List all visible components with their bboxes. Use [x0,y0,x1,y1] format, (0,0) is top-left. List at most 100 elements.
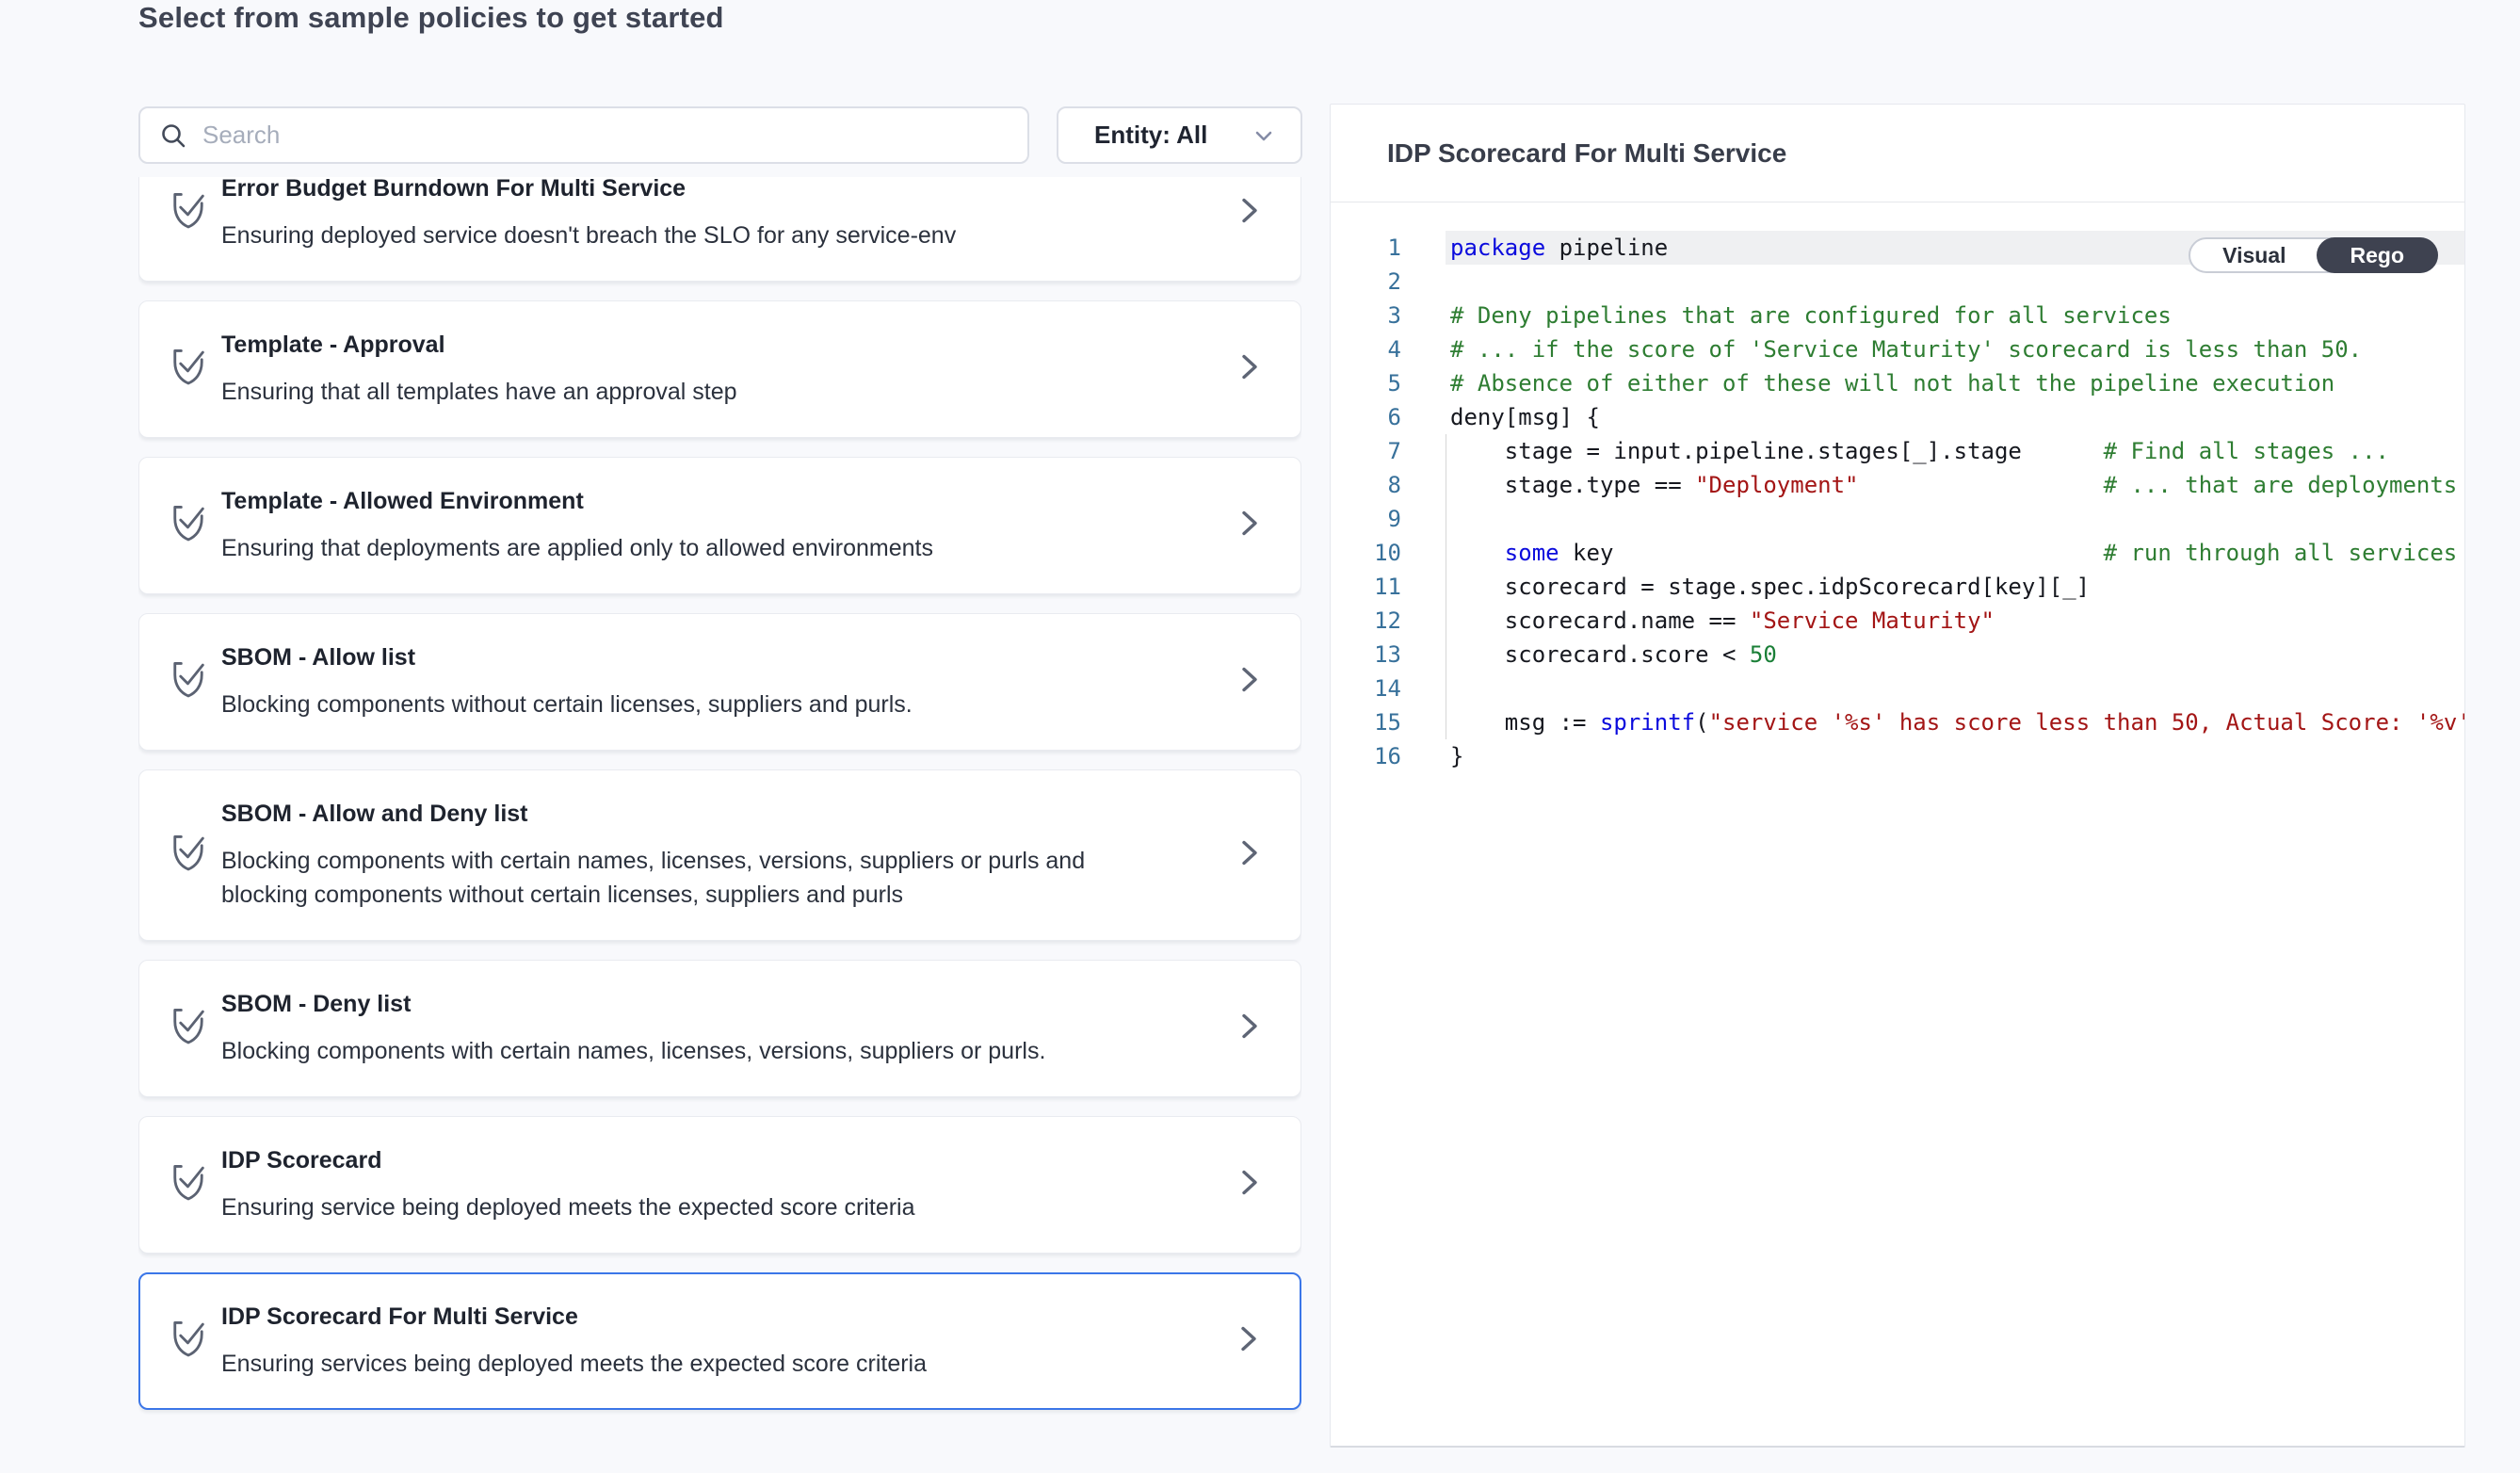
entity-filter-dropdown[interactable]: Entity: All [1057,106,1302,164]
code-line-text: scorecard.score < 50 [1401,638,1777,672]
chevron-right-icon [1238,195,1261,232]
policy-description: Ensuring that all templates have an appr… [221,375,737,409]
policy-card[interactable]: Template - Allowed Environment Ensuring t… [138,457,1301,594]
line-number: 12 [1331,604,1401,638]
code-line-text: stage = input.pipeline.stages[_].stage #… [1401,434,2389,468]
shield-check-icon [169,189,208,237]
code-line: 7 stage = input.pipeline.stages[_].stage… [1331,434,2464,468]
code-line-text [1401,265,1450,299]
code-line-text: } [1401,739,1463,773]
chevron-right-icon [1237,1323,1260,1360]
code-line-text: # ... if the score of 'Service Maturity'… [1401,332,2362,366]
shield-check-icon [169,1005,208,1053]
chevron-right-icon [1238,1167,1261,1204]
line-number: 8 [1331,468,1401,502]
code-line: 12 scorecard.name == "Service Maturity" [1331,604,2464,638]
toggle-visual-button[interactable]: Visual [2190,239,2318,271]
code-line-text: stage.type == "Deployment" # ... that ar… [1401,468,2457,502]
line-number: 6 [1331,400,1401,434]
policy-description: Ensuring services being deployed meets t… [221,1347,927,1381]
code-line: 8 stage.type == "Deployment" # ... that … [1331,468,2464,502]
code-line: 15 msg := sprintf("service '%s' has scor… [1331,705,2464,739]
code-line: 14 [1331,672,2464,705]
policy-card[interactable]: Error Budget Burndown For Multi Service E… [138,177,1301,282]
line-number: 13 [1331,638,1401,672]
preview-header: IDP Scorecard For Multi Service [1331,105,2464,202]
code-line-text: scorecard.name == "Service Maturity" [1401,604,1995,638]
shield-check-icon [169,832,208,880]
code-line: 6deny[msg] { [1331,400,2464,434]
policy-description: Ensuring deployed service doesn't breach… [221,219,956,252]
code-line: 10 some key # run through all services [1331,536,2464,570]
chevron-right-icon [1238,508,1261,544]
code-line: 4# ... if the score of 'Service Maturity… [1331,332,2464,366]
policy-description: Blocking components with certain names, … [221,844,1097,912]
policy-title: SBOM - Allow and Deny list [221,799,1097,829]
search-box[interactable] [138,106,1029,164]
policy-title: Template - Approval [221,330,737,360]
code-line-text: some key # run through all services [1401,536,2457,570]
shield-check-icon [169,346,208,394]
chevron-right-icon [1238,837,1261,874]
visual-rego-toggle[interactable]: Visual Rego [2189,237,2438,273]
policy-description: Ensuring service being deployed meets th… [221,1190,915,1224]
line-number: 4 [1331,332,1401,366]
page-title: Select from sample policies to get start… [138,0,724,36]
chevron-right-icon [1238,1011,1261,1047]
shield-check-icon [169,1161,208,1209]
line-number: 1 [1331,231,1401,265]
code-line: 11 scorecard = stage.spec.idpScorecard[k… [1331,570,2464,604]
policy-title: SBOM - Deny list [221,989,1045,1019]
policy-list[interactable]: Error Budget Burndown For Multi Service E… [138,177,1301,1450]
policy-description: Blocking components without certain lice… [221,688,913,721]
code-line: 16} [1331,739,2464,773]
code-line-text: package pipeline [1401,231,1668,265]
toggle-rego-button[interactable]: Rego [2317,237,2439,273]
policy-card[interactable]: SBOM - Allow and Deny list Blocking compo… [138,769,1301,941]
chevron-right-icon [1238,351,1261,388]
policy-title: Template - Allowed Environment [221,486,933,516]
policy-description: Ensuring that deployments are applied on… [221,531,933,565]
chevron-down-icon [1252,123,1276,148]
line-number: 9 [1331,502,1401,536]
policy-card[interactable]: Template - Approval Ensuring that all tem… [138,300,1301,438]
shield-check-icon [169,1318,208,1366]
policy-card[interactable]: IDP Scorecard For Multi Service Ensuring … [138,1272,1301,1410]
line-number: 11 [1331,570,1401,604]
policy-card[interactable]: SBOM - Deny list Blocking components with… [138,960,1301,1097]
search-icon [159,121,187,150]
policy-preview-panel: IDP Scorecard For Multi Service Visual R… [1330,104,2465,1448]
code-line: 9 [1331,502,2464,536]
line-number: 3 [1331,299,1401,332]
policy-card[interactable]: IDP Scorecard Ensuring service being depl… [138,1116,1301,1254]
line-number: 15 [1331,705,1401,739]
code-line-text: # Deny pipelines that are configured for… [1401,299,2172,332]
code-line: 5# Absence of either of these will not h… [1331,366,2464,400]
policy-card[interactable]: SBOM - Allow list Blocking components wit… [138,613,1301,751]
policy-title: Error Budget Burndown For Multi Service [221,177,956,203]
code-line-text: scorecard = stage.spec.idpScorecard[key]… [1401,570,2090,604]
entity-filter-label: Entity: All [1094,121,1207,150]
code-line-text: # Absence of either of these will not ha… [1401,366,2334,400]
code-line: 13 scorecard.score < 50 [1331,638,2464,672]
code-line-text [1401,672,1450,705]
code-line-text: deny[msg] { [1401,400,1600,434]
search-input[interactable] [202,121,1009,150]
shield-check-icon [169,658,208,706]
code-line: 3# Deny pipelines that are configured fo… [1331,299,2464,332]
policy-title: IDP Scorecard For Multi Service [221,1302,927,1332]
line-number: 14 [1331,672,1401,705]
policy-title: SBOM - Allow list [221,642,913,672]
line-number: 5 [1331,366,1401,400]
policy-description: Blocking components with certain names, … [221,1034,1045,1068]
shield-check-icon [169,502,208,550]
code-line-text [1401,502,1450,536]
line-number: 16 [1331,739,1401,773]
code-editor[interactable]: Visual Rego 1package pipeline23# Deny pi… [1331,202,2464,1446]
code-line-text: msg := sprintf("service '%s' has score l… [1401,705,2464,739]
line-number: 10 [1331,536,1401,570]
line-number: 2 [1331,265,1401,299]
preview-title: IDP Scorecard For Multi Service [1387,138,1786,169]
policy-title: IDP Scorecard [221,1145,915,1175]
line-number: 7 [1331,434,1401,468]
